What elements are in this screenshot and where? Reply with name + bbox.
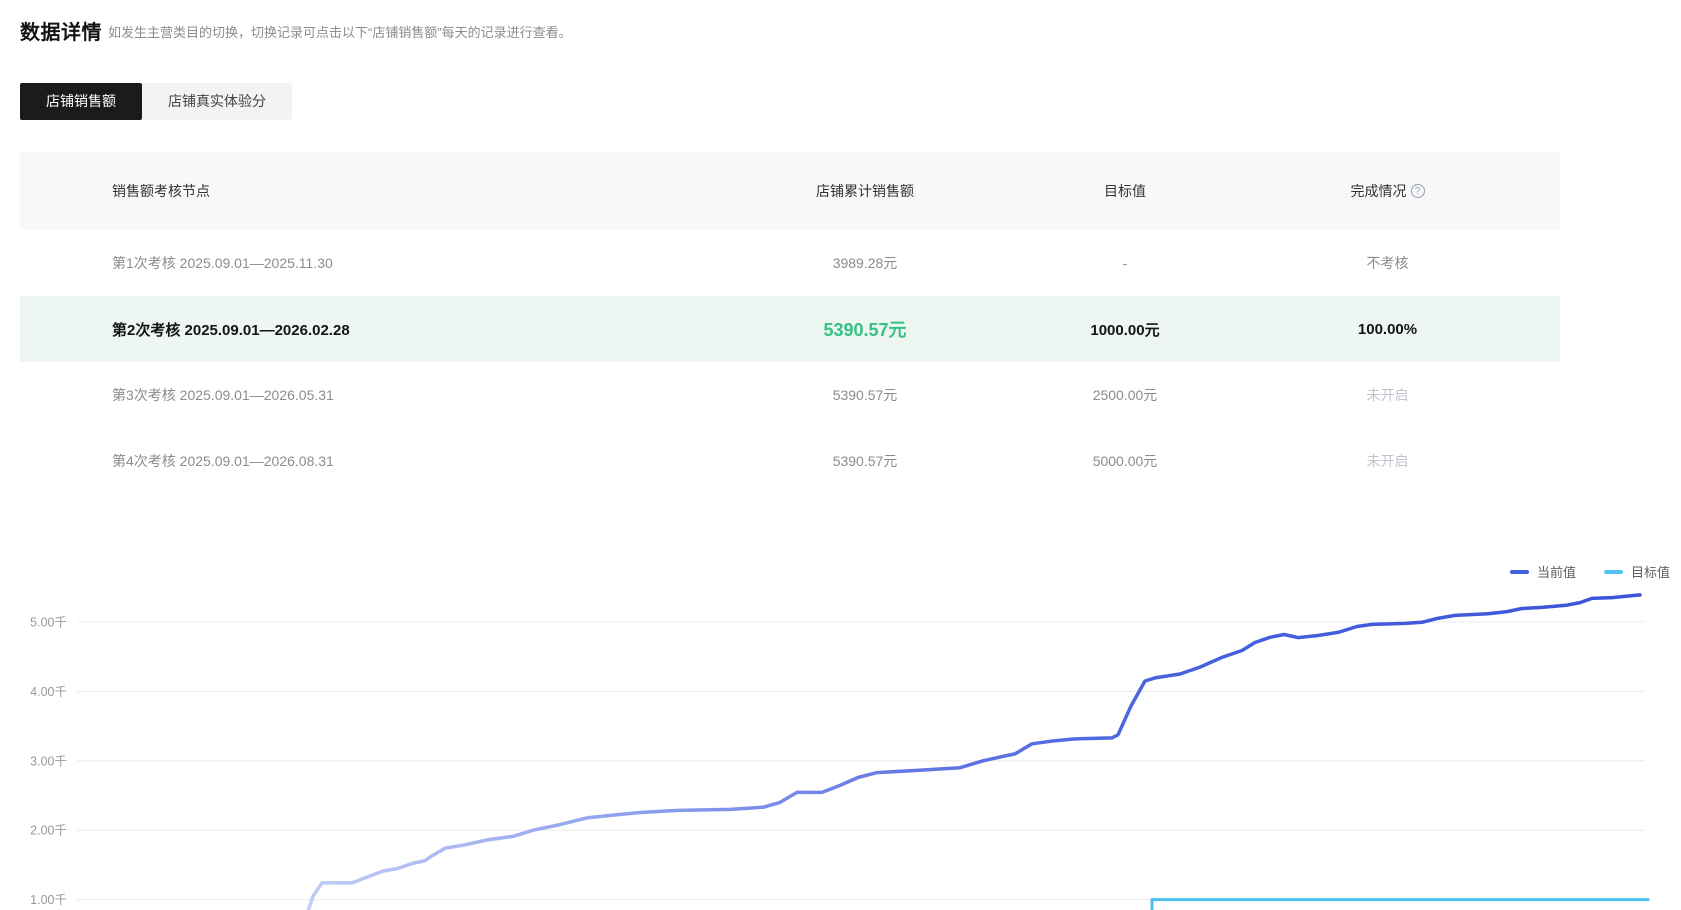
chart-gridlines — [77, 621, 1645, 901]
cell-sales: 5390.57元 — [832, 453, 898, 469]
cell-sales: 5390.57元 — [832, 387, 898, 403]
current-value-line — [306, 593, 1642, 910]
legend-item-current[interactable]: 当前值 — [1509, 562, 1576, 581]
cell-node: 第1次考核 2025.09.01—2025.11.30 — [112, 255, 333, 271]
cell-sales: 5390.57元 — [823, 320, 907, 340]
legend-label-current: 当前值 — [1536, 565, 1576, 580]
target-value-line — [1150, 898, 1650, 910]
help-icon[interactable]: ? — [1410, 184, 1425, 198]
legend-label-target: 目标值 — [1630, 565, 1670, 580]
cell-node: 第4次考核 2025.09.01—2026.08.31 — [112, 453, 334, 469]
cell-status: 未开启 — [1366, 387, 1409, 403]
cell-status: 100.00% — [1357, 320, 1418, 338]
line-chart-canvas: 5.00千 4.00千 3.00千 2.00千 1.00千 — [30, 593, 1650, 910]
table-row: 第3次考核 2025.09.01—2026.05.31 5390.57元 2500.… — [20, 362, 1560, 428]
column-header-sales: 店铺累计销售额 — [816, 183, 914, 199]
page-header: 数据详情 如发生主营类目的切换，切换记录可点击以下“店铺销售额”每天的记录进行查看… — [20, 16, 1661, 45]
cell-target: 2500.00元 — [1092, 387, 1158, 403]
cell-sales: 3989.28元 — [832, 255, 898, 271]
y-axis-tick-labels: 5.00千 4.00千 3.00千 2.00千 1.00千 — [30, 616, 67, 908]
tab-shop-sales[interactable]: 店铺销售额 — [20, 83, 142, 120]
cell-node: 第3次考核 2025.09.01—2026.05.31 — [112, 387, 334, 403]
cell-status: 未开启 — [1366, 453, 1409, 469]
assessment-table: 销售额考核节点 店铺累计销售额 目标值 完成情况 ? 第1次考核 2025.09… — [20, 152, 1560, 494]
page-title: 数据详情 — [20, 22, 102, 44]
page-subtitle: 如发生主营类目的切换，切换记录可点击以下“店铺销售额”每天的记录进行查看。 — [108, 25, 572, 40]
legend-item-target[interactable]: 目标值 — [1603, 562, 1670, 581]
cell-node: 第2次考核 2025.09.01—2026.02.28 — [112, 321, 350, 339]
cell-status: 不考核 — [1366, 255, 1409, 271]
sales-trend-chart: 当前值 目标值 5.00千 4.00千 3.00千 2.00千 1.00千 — [0, 498, 1681, 910]
table-body: 第1次考核 2025.09.01—2025.11.30 3989.28元 - 不考核第… — [20, 230, 1560, 494]
cell-target: 5000.00元 — [1092, 453, 1158, 469]
table-header-row: 销售额考核节点 店铺累计销售额 目标值 完成情况 ? — [20, 152, 1560, 230]
table-row: 第4次考核 2025.09.01—2026.08.31 5390.57元 5000.… — [20, 428, 1560, 494]
table-row: 第1次考核 2025.09.01—2025.11.30 3989.28元 - 不考核 — [20, 230, 1560, 296]
target-value-line-swatch — [1603, 569, 1623, 574]
cell-target: 1000.00元 — [1090, 321, 1160, 339]
y-tick-label: 5.00千 — [30, 616, 67, 630]
tab-shop-experience-score[interactable]: 店铺真实体验分 — [142, 83, 292, 120]
y-tick-label: 2.00千 — [30, 824, 67, 838]
cell-target: - — [1122, 255, 1128, 271]
tab-bar: 店铺销售额 店铺真实体验分 — [20, 83, 292, 120]
column-header-target: 目标值 — [1104, 183, 1146, 199]
column-header-status-label: 完成情况 — [1350, 183, 1407, 199]
table-row: 第2次考核 2025.09.01—2026.02.28 5390.57元 1000.… — [20, 296, 1560, 362]
y-tick-label: 1.00千 — [30, 893, 67, 907]
column-header-node: 销售额考核节点 — [112, 183, 210, 199]
y-tick-label: 3.00千 — [30, 754, 67, 768]
chart-legend: 当前值 目标值 — [1509, 562, 1670, 581]
column-header-status: 完成情况 ? — [1280, 181, 1495, 201]
current-value-line-swatch — [1509, 569, 1529, 574]
y-tick-label: 4.00千 — [30, 685, 67, 699]
